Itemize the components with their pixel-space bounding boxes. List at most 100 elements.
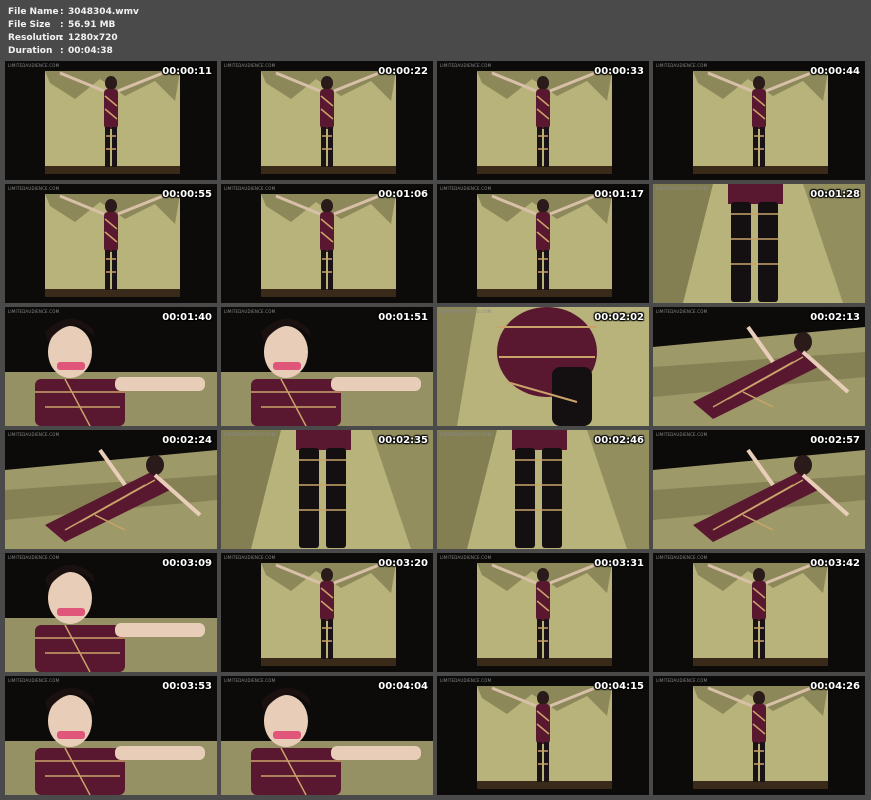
video-thumbnail[interactable]: LIMITEDAUDIENCE.COM 00:01:40 [5, 307, 217, 426]
watermark: LIMITEDAUDIENCE.COM [224, 63, 276, 68]
thumbnail-image [653, 430, 865, 549]
video-thumbnail[interactable]: LIMITEDAUDIENCE.COM 00:04:26 [653, 676, 865, 795]
video-thumbnail[interactable]: LIMITEDAUDIENCE.COM 00:03:09 [5, 553, 217, 672]
video-thumbnail[interactable]: LIMITEDAUDIENCE.COM 00:02:57 [653, 430, 865, 549]
watermark: LIMITEDAUDIENCE.COM [224, 309, 276, 314]
watermark: LIMITEDAUDIENCE.COM [224, 555, 276, 560]
timestamp-label: 00:02:02 [594, 312, 644, 323]
timestamp-label: 00:00:11 [162, 66, 212, 77]
timestamp-label: 00:01:17 [594, 189, 644, 200]
watermark: LIMITEDAUDIENCE.COM [440, 186, 492, 191]
separator: : [60, 33, 64, 43]
thumbnail-image [653, 553, 865, 672]
thumbnail-image [221, 553, 433, 672]
video-thumbnail[interactable]: LIMITEDAUDIENCE.COM 00:03:42 [653, 553, 865, 672]
video-thumbnail[interactable]: LIMITEDAUDIENCE.COM 00:01:28 [653, 184, 865, 303]
file-size-row: File Size : 56.91 MB [8, 19, 139, 32]
watermark: LIMITEDAUDIENCE.COM [8, 309, 60, 314]
thumbnail-image [221, 61, 433, 180]
separator: : [60, 46, 64, 56]
resolution-row: Resolution : 1280x720 [8, 32, 139, 45]
file-info-panel: File Name : 3048304.wmv File Size : 56.9… [8, 6, 139, 58]
watermark: LIMITEDAUDIENCE.COM [656, 432, 708, 437]
timestamp-label: 00:01:40 [162, 312, 212, 323]
thumbnail-image [5, 61, 217, 180]
resolution-key: Resolution [8, 33, 63, 43]
thumbnail-image [5, 430, 217, 549]
video-thumbnail[interactable]: LIMITEDAUDIENCE.COM 00:02:35 [221, 430, 433, 549]
video-thumbnail[interactable]: LIMITEDAUDIENCE.COM 00:04:04 [221, 676, 433, 795]
thumbnail-image [437, 184, 649, 303]
thumbnail-image [5, 184, 217, 303]
video-thumbnail[interactable]: LIMITEDAUDIENCE.COM 00:00:11 [5, 61, 217, 180]
thumbnail-image [437, 553, 649, 672]
timestamp-label: 00:01:06 [378, 189, 428, 200]
thumbnail-image [221, 184, 433, 303]
timestamp-label: 00:00:22 [378, 66, 428, 77]
watermark: LIMITEDAUDIENCE.COM [224, 678, 276, 683]
thumbnail-image [5, 307, 217, 426]
duration-key: Duration [8, 46, 53, 56]
file-size-key: File Size [8, 20, 51, 30]
video-thumbnail[interactable]: LIMITEDAUDIENCE.COM 00:02:46 [437, 430, 649, 549]
video-thumbnail[interactable]: LIMITEDAUDIENCE.COM 00:03:31 [437, 553, 649, 672]
video-thumbnail[interactable]: LIMITEDAUDIENCE.COM 00:00:22 [221, 61, 433, 180]
timestamp-label: 00:02:13 [810, 312, 860, 323]
separator: : [60, 20, 64, 30]
watermark: LIMITEDAUDIENCE.COM [224, 432, 276, 437]
duration-row: Duration : 00:04:38 [8, 45, 139, 58]
video-thumbnail[interactable]: LIMITEDAUDIENCE.COM 00:02:24 [5, 430, 217, 549]
video-thumbnail[interactable]: LIMITEDAUDIENCE.COM 00:03:53 [5, 676, 217, 795]
video-thumbnail[interactable]: LIMITEDAUDIENCE.COM 00:03:20 [221, 553, 433, 672]
separator: : [60, 7, 64, 17]
thumbnail-grid: LIMITEDAUDIENCE.COM 00:00:11 LIMITEDAUDIEN… [5, 61, 865, 795]
timestamp-label: 00:01:28 [810, 189, 860, 200]
video-thumbnail[interactable]: LIMITEDAUDIENCE.COM 00:02:02 [437, 307, 649, 426]
watermark: LIMITEDAUDIENCE.COM [440, 555, 492, 560]
video-thumbnail[interactable]: LIMITEDAUDIENCE.COM 00:01:51 [221, 307, 433, 426]
thumbnail-image [5, 553, 217, 672]
file-name-key: File Name [8, 7, 59, 17]
video-thumbnail[interactable]: LIMITEDAUDIENCE.COM 00:00:55 [5, 184, 217, 303]
thumbnail-image [437, 307, 649, 426]
watermark: LIMITEDAUDIENCE.COM [656, 555, 708, 560]
watermark: LIMITEDAUDIENCE.COM [656, 309, 708, 314]
thumbnail-image [653, 184, 865, 303]
watermark: LIMITEDAUDIENCE.COM [656, 186, 708, 191]
thumbnail-image [653, 61, 865, 180]
watermark: LIMITEDAUDIENCE.COM [440, 309, 492, 314]
watermark: LIMITEDAUDIENCE.COM [8, 63, 60, 68]
resolution-value: 1280x720 [68, 33, 118, 43]
watermark: LIMITEDAUDIENCE.COM [656, 678, 708, 683]
watermark: LIMITEDAUDIENCE.COM [440, 63, 492, 68]
thumbnail-image [221, 676, 433, 795]
thumbnail-image [5, 676, 217, 795]
watermark: LIMITEDAUDIENCE.COM [440, 432, 492, 437]
video-thumbnail[interactable]: LIMITEDAUDIENCE.COM 00:00:44 [653, 61, 865, 180]
watermark: LIMITEDAUDIENCE.COM [656, 63, 708, 68]
video-thumbnail[interactable]: LIMITEDAUDIENCE.COM 00:01:06 [221, 184, 433, 303]
watermark: LIMITEDAUDIENCE.COM [8, 186, 60, 191]
timestamp-label: 00:02:24 [162, 435, 212, 446]
video-thumbnail[interactable]: LIMITEDAUDIENCE.COM 00:04:15 [437, 676, 649, 795]
file-name-value: 3048304.wmv [68, 7, 139, 17]
timestamp-label: 00:03:20 [378, 558, 428, 569]
file-name-row: File Name : 3048304.wmv [8, 6, 139, 19]
timestamp-label: 00:04:15 [594, 681, 644, 692]
video-thumbnail[interactable]: LIMITEDAUDIENCE.COM 00:00:33 [437, 61, 649, 180]
timestamp-label: 00:02:57 [810, 435, 860, 446]
video-thumbnail[interactable]: LIMITEDAUDIENCE.COM 00:01:17 [437, 184, 649, 303]
video-thumbnail[interactable]: LIMITEDAUDIENCE.COM 00:02:13 [653, 307, 865, 426]
timestamp-label: 00:03:53 [162, 681, 212, 692]
timestamp-label: 00:00:55 [162, 189, 212, 200]
thumbnail-image [221, 307, 433, 426]
thumbnail-image [221, 430, 433, 549]
thumbnail-image [437, 430, 649, 549]
watermark: LIMITEDAUDIENCE.COM [8, 432, 60, 437]
thumbnail-image [653, 307, 865, 426]
thumbnail-image [437, 61, 649, 180]
timestamp-label: 00:04:04 [378, 681, 428, 692]
file-size-value: 56.91 MB [68, 20, 116, 30]
thumbnail-image [437, 676, 649, 795]
watermark: LIMITEDAUDIENCE.COM [440, 678, 492, 683]
